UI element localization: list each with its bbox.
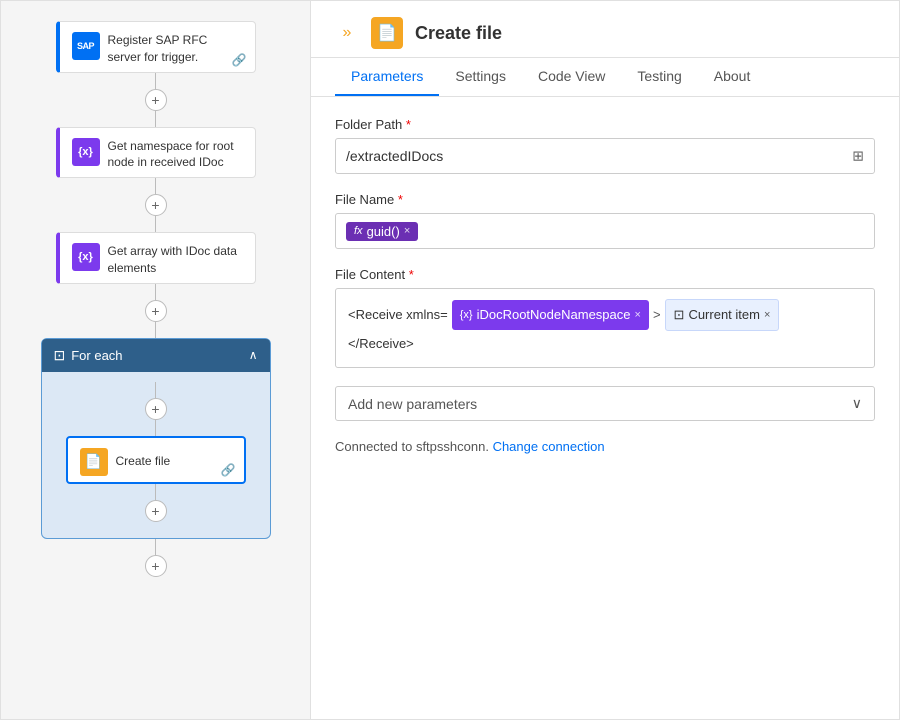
guid-token-close[interactable]: × <box>404 225 410 237</box>
add-step-button-3[interactable]: + <box>145 300 167 322</box>
connector-bottom: + <box>145 539 167 577</box>
folder-path-input[interactable]: /extractedIDocs ⊞ <box>335 138 875 174</box>
connector-line <box>155 178 156 194</box>
add-params-chevron: ∨ <box>852 395 862 412</box>
file-content-input[interactable]: <Receive xmlns= {x} iDocRootNodeNamespac… <box>335 288 875 368</box>
connector-1: + <box>145 73 167 127</box>
connection-info: Connected to sftpsshconn. Change connect… <box>335 439 875 454</box>
file-content-line1: <Receive xmlns= {x} iDocRootNodeNamespac… <box>348 299 862 331</box>
xmlns-label: iDocRootNodeNamespace <box>477 302 631 328</box>
folder-path-input-wrapper: /extractedIDocs ⊞ <box>335 138 875 174</box>
expand-icon[interactable]: » <box>335 21 359 45</box>
add-step-button-foreach[interactable]: + <box>145 398 167 420</box>
add-step-button-bottom[interactable]: + <box>145 555 167 577</box>
link-icon: 🔗 <box>232 53 247 67</box>
flow-node-get-array: {x} Get array with IDoc data elements <box>1 232 310 284</box>
file-content-field: File Content * <Receive xmlns= {x} iDocR… <box>335 267 875 368</box>
panel-title: Create file <box>415 23 502 44</box>
flow-node-get-namespace: {x} Get namespace for root node in recei… <box>1 127 310 179</box>
node-get-array-text: Get array with IDoc data elements <box>108 243 243 277</box>
sap-icon: SAP <box>72 32 100 60</box>
node-register-sap[interactable]: SAP Register SAP RFC server for trigger.… <box>56 21 256 73</box>
create-file-text: Create file <box>116 453 232 470</box>
node-register-sap-text: Register SAP RFC server for trigger. <box>108 32 243 66</box>
tab-code-view[interactable]: Code View <box>522 58 621 96</box>
foreach-label: For each <box>71 348 122 363</box>
panel-title-icon: 📄 <box>371 17 403 49</box>
connector-line <box>155 73 156 89</box>
create-file-icon: 📄 <box>80 448 108 476</box>
connector-foreach-bottom: + <box>145 484 167 522</box>
connector-2: + <box>145 178 167 232</box>
file-name-field: File Name * fx guid() × <box>335 192 875 249</box>
node-create-file[interactable]: 📄 Create file 🔗 <box>66 436 246 484</box>
node-get-array[interactable]: {x} Get array with IDoc data elements <box>56 232 256 284</box>
connector-line <box>155 539 156 555</box>
node-get-namespace[interactable]: {x} Get namespace for root node in recei… <box>56 127 256 179</box>
params-section: Folder Path * /extractedIDocs ⊞ File Nam… <box>311 97 899 474</box>
xmlns-token: {x} iDocRootNodeNamespace × <box>452 300 649 330</box>
connector-line <box>155 284 156 300</box>
connector-line <box>155 484 156 500</box>
right-panel: » 📄 Create file Parameters Settings Code… <box>311 1 899 719</box>
variable-icon-2: {x} <box>72 243 100 271</box>
connector-line <box>155 420 156 436</box>
add-step-button-foreach-end[interactable]: + <box>145 500 167 522</box>
tabs-row: Parameters Settings Code View Testing Ab… <box>311 58 899 97</box>
add-step-button-2[interactable]: + <box>145 194 167 216</box>
left-panel: SAP Register SAP RFC server for trigger.… <box>1 1 311 719</box>
file-name-input[interactable]: fx guid() × <box>335 213 875 249</box>
folder-path-value: /extractedIDocs <box>346 148 443 164</box>
change-connection-link[interactable]: Change connection <box>493 439 605 454</box>
tab-about[interactable]: About <box>698 58 767 96</box>
current-item-icon: ⊡ <box>674 302 685 328</box>
connector-line <box>155 322 156 338</box>
add-step-button-1[interactable]: + <box>145 89 167 111</box>
variable-icon-1: {x} <box>72 138 100 166</box>
folder-path-label: Folder Path * <box>335 117 875 132</box>
right-header: » 📄 Create file <box>311 1 899 58</box>
file-content-label: File Content * <box>335 267 875 282</box>
file-content-line2: </Receive> <box>348 331 862 357</box>
foreach-inner: + 📄 Create file 🔗 + <box>42 372 270 522</box>
connection-text: Connected to sftpsshconn. <box>335 439 489 454</box>
create-file-link-icon: 🔗 <box>221 463 236 477</box>
xmlns-token-close[interactable]: × <box>635 304 641 326</box>
current-item-token: ⊡ Current item × <box>665 299 780 331</box>
foreach-header[interactable]: ⊡ For each ∧ <box>42 339 270 372</box>
connector-line <box>155 111 156 127</box>
foreach-header-left: ⊡ For each <box>54 347 123 364</box>
file-content-required: * <box>409 267 414 282</box>
tab-settings[interactable]: Settings <box>439 58 522 96</box>
current-item-label: Current item <box>688 302 760 328</box>
foreach-container: ⊡ For each ∧ + 📄 Create file 🔗 + <box>41 338 271 539</box>
folder-path-required: * <box>406 117 411 132</box>
connector-line <box>155 382 156 398</box>
connector-foreach-top: + <box>145 382 167 436</box>
receive-close-tag: </Receive> <box>348 331 414 357</box>
fx-prefix: fx <box>354 225 363 237</box>
xmlns-icon: {x} <box>460 304 473 326</box>
connector-3: + <box>145 284 167 338</box>
tab-parameters[interactable]: Parameters <box>335 58 439 96</box>
foreach-icon: ⊡ <box>54 347 66 364</box>
guid-token: fx guid() × <box>346 222 418 241</box>
add-params-label: Add new parameters <box>348 396 477 412</box>
guid-value: guid() <box>367 224 400 239</box>
flow-node-register-sap: SAP Register SAP RFC server for trigger.… <box>1 21 310 73</box>
folder-picker-icon[interactable]: ⊞ <box>852 148 864 165</box>
receive-open-tag: <Receive xmlns= <box>348 302 448 328</box>
node-get-namespace-text: Get namespace for root node in received … <box>108 138 243 172</box>
gt-symbol: > <box>653 302 661 328</box>
add-params-button[interactable]: Add new parameters ∨ <box>335 386 875 421</box>
tab-testing[interactable]: Testing <box>621 58 697 96</box>
file-name-label: File Name * <box>335 192 875 207</box>
file-name-required: * <box>398 192 403 207</box>
foreach-collapse-button[interactable]: ∧ <box>249 348 258 362</box>
folder-path-field: Folder Path * /extractedIDocs ⊞ <box>335 117 875 174</box>
current-item-token-close[interactable]: × <box>764 304 770 326</box>
connector-line <box>155 216 156 232</box>
